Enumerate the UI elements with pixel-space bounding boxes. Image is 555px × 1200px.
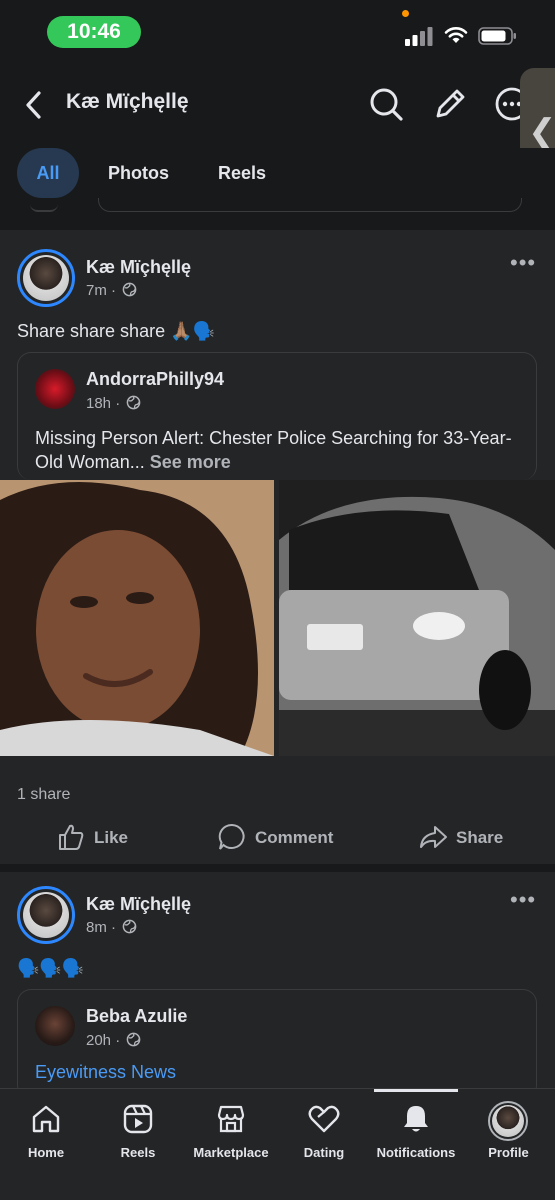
- post-time: 7m: [86, 282, 107, 299]
- globe-icon: [127, 1032, 141, 1047]
- portrait-illustration: [0, 480, 274, 756]
- dating-icon: [308, 1105, 340, 1133]
- nav-home[interactable]: Home: [0, 1089, 92, 1200]
- shared-timestamp: 20h ·: [86, 1032, 141, 1049]
- tab-reels[interactable]: Reels: [218, 148, 266, 198]
- nav-dating-label: Dating: [303, 1145, 345, 1160]
- author-avatar[interactable]: [17, 249, 75, 307]
- privacy-indicator-dot: [402, 10, 409, 17]
- comment-bubble-icon: [218, 823, 245, 850]
- previous-card-edge: [98, 198, 522, 212]
- nav-dating[interactable]: Dating: [278, 1089, 370, 1200]
- post-card: Kæ Mïçhęllę 7m · ••• Share share share 🙏…: [0, 230, 555, 864]
- tab-all[interactable]: All: [17, 148, 79, 198]
- post-author-name[interactable]: Kæ Mïçhęllę: [86, 257, 191, 278]
- nav-profile-label: Profile: [488, 1145, 529, 1160]
- nav-home-label: Home: [27, 1145, 65, 1160]
- section-divider: [0, 864, 555, 872]
- post-body-text: 🗣️🗣️🗣️: [17, 958, 85, 978]
- bell-icon: [404, 1106, 428, 1132]
- globe-icon: [122, 282, 137, 297]
- globe-icon: [127, 395, 141, 410]
- shared-timestamp: 18h ·: [86, 395, 141, 412]
- post-body-text: Share share share 🙏🏽🗣️: [17, 321, 215, 341]
- share-count[interactable]: 1 share: [17, 786, 70, 804]
- post-more-options-icon[interactable]: •••: [510, 887, 536, 913]
- vehicle-photo[interactable]: [279, 480, 555, 756]
- shared-author-avatar[interactable]: [35, 369, 75, 409]
- battery-icon: [478, 27, 516, 45]
- shared-post-card[interactable]: Beba Azulie 20h · Eyewitness News: [17, 989, 537, 1088]
- share-arrow-icon: [420, 826, 447, 848]
- nav-notifications-label: Notifications: [376, 1145, 456, 1160]
- shared-text: Missing Person Alert: Chester Police Sea…: [35, 428, 512, 472]
- shared-author-avatar[interactable]: [35, 1006, 75, 1046]
- shared-post-text: Missing Person Alert: Chester Police Sea…: [35, 426, 515, 474]
- thumbs-up-icon: [59, 824, 84, 850]
- missing-person-photo[interactable]: [0, 480, 274, 756]
- tab-photos[interactable]: Photos: [108, 148, 169, 198]
- post-time: 8m: [86, 919, 107, 936]
- nav-profile[interactable]: Profile: [462, 1089, 555, 1200]
- shared-time: 18h: [86, 395, 112, 412]
- post-timestamp: 8m ·: [86, 919, 137, 936]
- profile-posts-header: Kæ Mïçhęllę: [0, 62, 555, 148]
- nav-reels[interactable]: Reels: [92, 1089, 184, 1200]
- back-arrow-icon[interactable]: [20, 88, 48, 122]
- nav-notifications[interactable]: Notifications: [370, 1089, 462, 1200]
- section-divider: [0, 222, 555, 230]
- post-more-options-icon[interactable]: •••: [510, 250, 536, 276]
- profile-avatar: [488, 1101, 528, 1141]
- wifi-icon: [444, 27, 468, 43]
- comment-button[interactable]: Comment: [217, 822, 347, 854]
- filter-tabs: All Photos Reels: [0, 148, 555, 230]
- nav-marketplace-label: Marketplace: [193, 1145, 269, 1160]
- like-button[interactable]: Like: [56, 822, 136, 854]
- nav-reels-label: Reels: [120, 1145, 156, 1160]
- previous-post-edge: [30, 204, 58, 212]
- status-bar: 10:46: [0, 0, 555, 62]
- car-illustration: [279, 480, 555, 756]
- nav-marketplace[interactable]: Marketplace: [184, 1089, 278, 1200]
- bottom-navigation: Home Reels Marketplace Dating Notificati…: [0, 1088, 555, 1200]
- edit-pencil-icon[interactable]: [430, 84, 470, 124]
- see-more-link[interactable]: See more: [150, 452, 231, 472]
- reels-icon: [123, 1104, 153, 1134]
- shared-time: 20h: [86, 1032, 112, 1049]
- shared-post-card[interactable]: AndorraPhilly94 18h · Missing Person Ale…: [17, 352, 537, 480]
- marketplace-icon: [217, 1105, 245, 1133]
- comment-label: Comment: [255, 828, 334, 847]
- status-time: 10:46: [47, 16, 141, 48]
- like-label: Like: [94, 828, 129, 847]
- post-card: Kæ Mïçhęllę 8m · ••• 🗣️🗣️🗣️ Beba Azulie …: [0, 872, 555, 1088]
- author-avatar[interactable]: [17, 886, 75, 944]
- home-icon: [32, 1105, 60, 1133]
- cellular-signal-icon: [405, 27, 433, 46]
- share-label: Share: [456, 828, 504, 847]
- post-timestamp: 7m ·: [86, 282, 137, 299]
- chevron-left-icon: ❮: [528, 113, 555, 151]
- shared-author-name[interactable]: Beba Azulie: [86, 1006, 187, 1027]
- eyewitness-news-link[interactable]: Eyewitness News: [35, 1062, 176, 1083]
- post-author-name[interactable]: Kæ Mïçhęllę: [86, 894, 191, 915]
- share-button[interactable]: Share: [418, 822, 528, 854]
- globe-icon: [122, 919, 137, 934]
- shared-author-name[interactable]: AndorraPhilly94: [86, 369, 224, 390]
- search-icon[interactable]: [366, 84, 406, 124]
- page-title: Kæ Mïçhęllę: [66, 90, 189, 113]
